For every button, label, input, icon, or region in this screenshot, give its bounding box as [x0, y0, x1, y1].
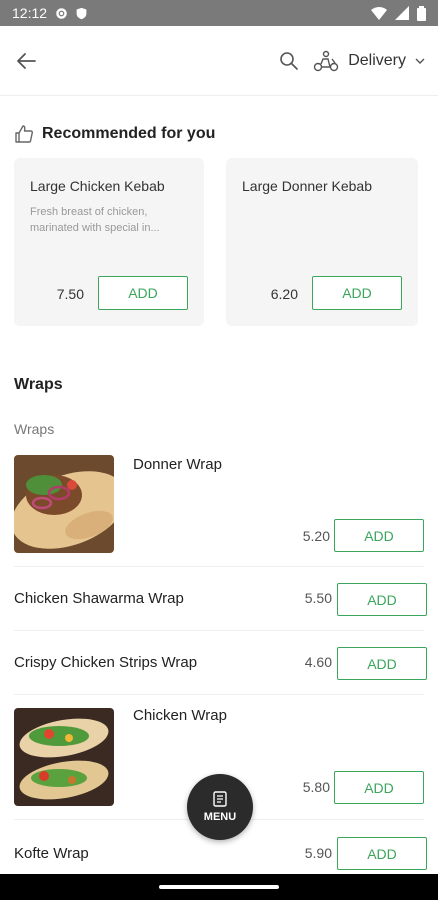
- home-gesture-handle[interactable]: [159, 885, 279, 889]
- category-subtitle: Wraps: [14, 421, 55, 437]
- shield-icon: [76, 7, 87, 19]
- add-button[interactable]: ADD: [337, 583, 427, 616]
- item-name: Chicken Shawarma Wrap: [14, 590, 184, 607]
- item-name: Chicken Wrap: [133, 707, 227, 724]
- add-button[interactable]: ADD: [312, 276, 402, 310]
- recommended-item-name: Large Donner Kebab: [242, 178, 372, 194]
- system-nav-bar: [0, 874, 438, 900]
- recommended-card[interactable]: Large Chicken Kebab Fresh breast of chic…: [14, 158, 204, 326]
- chicken-wrap-photo: [14, 708, 114, 806]
- add-button[interactable]: ADD: [98, 276, 188, 310]
- signal-icon: [395, 6, 409, 20]
- add-button[interactable]: ADD: [334, 771, 424, 804]
- item-name: Crispy Chicken Strips Wrap: [14, 654, 198, 671]
- recommended-item-price: 7.50: [56, 286, 84, 302]
- delivery-selector[interactable]: Delivery: [312, 50, 426, 72]
- search-icon: [280, 51, 299, 70]
- recommended-heading: Recommended for you: [14, 124, 215, 144]
- menu-button-label: MENU: [203, 811, 237, 823]
- item-price: 4.60: [304, 654, 332, 670]
- item-price: 5.50: [304, 590, 332, 606]
- thumbs-up-icon: [15, 125, 33, 143]
- section-title: Wraps: [14, 376, 63, 393]
- search-button[interactable]: [276, 48, 302, 74]
- add-button[interactable]: ADD: [334, 519, 424, 552]
- app-bar: Delivery: [0, 26, 438, 96]
- battery-icon: [417, 5, 426, 21]
- item-name: Kofte Wrap: [14, 845, 89, 862]
- delivery-scooter-icon: [314, 50, 339, 71]
- delivery-label: Delivery: [348, 51, 406, 69]
- status-bar: 12:12: [0, 0, 438, 26]
- back-button[interactable]: [12, 47, 40, 75]
- menu-content[interactable]: Recommended for you Large Chicken Kebab …: [0, 96, 438, 874]
- chevron-down-icon: [415, 58, 425, 64]
- add-button[interactable]: ADD: [337, 647, 427, 680]
- add-button[interactable]: ADD: [337, 837, 427, 870]
- menu-button[interactable]: MENU: [187, 774, 253, 840]
- wifi-icon: [371, 7, 387, 20]
- recommended-title: Recommended for you: [42, 125, 216, 142]
- list-item[interactable]: Donner Wrap 5.20 ADD: [0, 452, 438, 567]
- item-name: Donner Wrap: [133, 456, 222, 473]
- donner-wrap-photo: [14, 455, 114, 553]
- recommended-card[interactable]: Large Donner Kebab 6.20 ADD: [226, 158, 418, 326]
- settings-icon: [56, 7, 67, 19]
- recommended-item-price: 6.20: [270, 286, 298, 302]
- recommended-item-name: Large Chicken Kebab: [30, 178, 165, 194]
- item-price: 5.20: [302, 528, 330, 544]
- status-time: 12:12: [12, 5, 48, 21]
- menu-book-icon: [213, 791, 227, 807]
- list-item[interactable]: Chicken Shawarma Wrap 5.50 ADD: [0, 567, 438, 631]
- item-price: 5.80: [302, 779, 330, 795]
- list-item[interactable]: Crispy Chicken Strips Wrap 4.60 ADD: [0, 631, 438, 695]
- item-price: 5.90: [304, 845, 332, 861]
- recommended-item-description: Fresh breast of chicken, marinated with …: [30, 206, 160, 234]
- arrow-left-icon: [17, 52, 36, 69]
